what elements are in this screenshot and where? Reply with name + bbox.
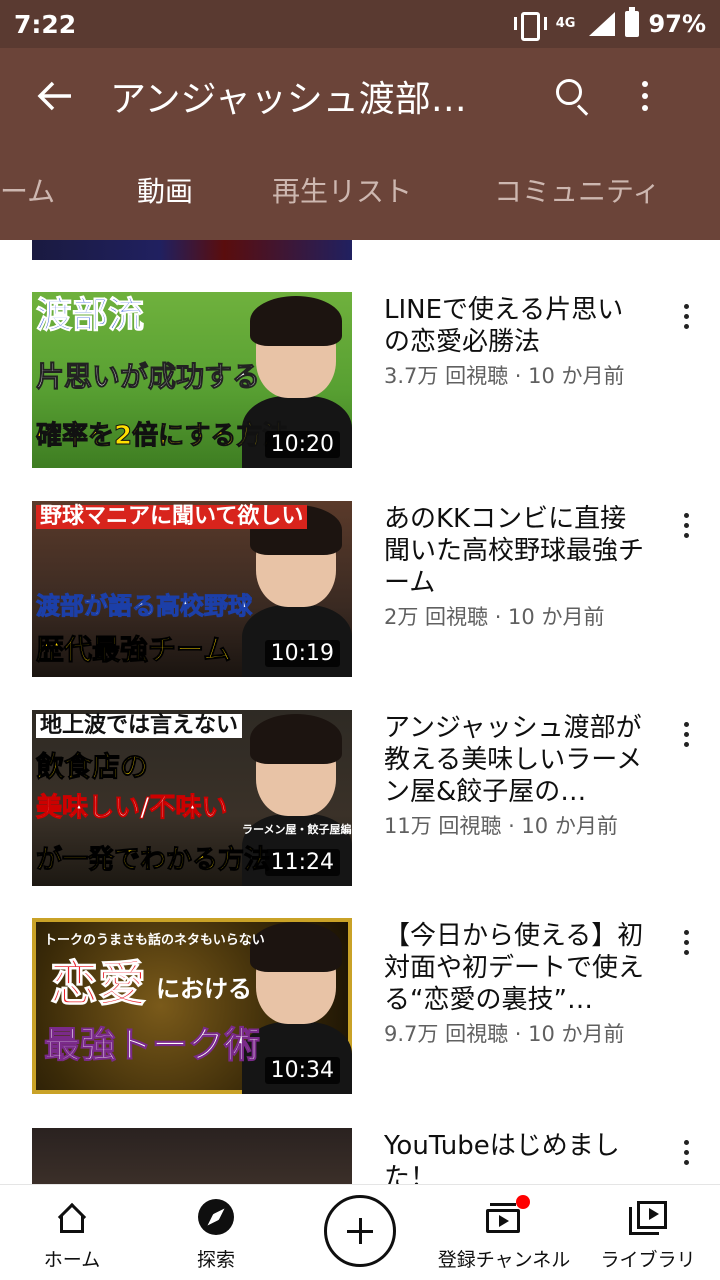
app-bar: アンジャッシュ渡部… [0, 48, 720, 144]
previous-thumbnail-fragment[interactable] [32, 240, 352, 260]
vibrate-icon [513, 11, 547, 41]
tab-playlists[interactable]: 再生リスト [272, 144, 412, 240]
nav-subscriptions[interactable]: 登録チャンネル [432, 1185, 576, 1280]
battery-icon [624, 7, 639, 37]
video-title[interactable]: YouTubeはじめました！ [384, 1130, 646, 1184]
search-icon [556, 79, 582, 105]
video-thumbnail[interactable] [32, 1128, 352, 1184]
tab-community[interactable]: コミュニティ [494, 144, 660, 240]
back-arrow-icon [37, 81, 71, 111]
nav-explore[interactable]: 探索 [144, 1185, 288, 1280]
nav-library[interactable]: ライブラリ [576, 1185, 720, 1280]
signal-icon [588, 12, 615, 36]
library-icon [629, 1201, 667, 1235]
subscriptions-icon [484, 1195, 530, 1233]
status-time: 7:22 [14, 9, 77, 39]
video-action-menu[interactable] [668, 298, 704, 334]
video-action-menu[interactable] [668, 716, 704, 752]
list-item[interactable]: 野球マニアに聞いて欲しい 渡部が語る高校野球 歴代最強チーム 10:19 あのK… [0, 501, 720, 681]
video-duration: 10:19 [264, 640, 340, 667]
video-meta: 3.7万 回視聴 · 10 か月前 [384, 364, 625, 388]
network-type: 4G [555, 16, 576, 31]
video-duration: 11:24 [264, 849, 340, 876]
video-title[interactable]: LINEで使える片思いの恋愛必勝法 [384, 294, 646, 358]
video-action-menu[interactable] [668, 507, 704, 543]
video-meta: 2万 回視聴 · 10 か月前 [384, 605, 605, 629]
bottom-navigation: ホーム 探索 登録チャンネル ライブラリ [0, 1184, 720, 1280]
status-icons: 4G 97% [513, 7, 706, 41]
video-action-menu[interactable] [668, 924, 704, 960]
video-thumbnail[interactable]: 渡部流 片思いが成功する 確率を2倍にする方法 10:20 [32, 292, 352, 468]
battery-percent: 97% [648, 10, 706, 38]
list-item[interactable]: トークのうまさも話のネタもいらない 恋愛 における 最強トーク術 10:34 【… [0, 918, 720, 1098]
tab-home[interactable]: ーム [0, 144, 55, 240]
status-bar: 7:22 4G 97% [0, 0, 720, 48]
video-thumbnail[interactable]: 野球マニアに聞いて欲しい 渡部が語る高校野球 歴代最強チーム 10:19 [32, 501, 352, 677]
video-action-menu[interactable] [668, 1134, 704, 1170]
list-item[interactable]: 地上波では言えない 飲食店の 美味しい/不味い が一発でわかる方法 ラーメン屋・… [0, 710, 720, 890]
compass-icon [198, 1199, 234, 1235]
nav-home[interactable]: ホーム [0, 1185, 144, 1280]
channel-tabs: ーム 動画 再生リスト コミュニティ [0, 144, 720, 240]
more-options-button[interactable] [610, 48, 680, 144]
video-meta: 11万 回視聴 · 10 か月前 [384, 814, 618, 838]
video-title[interactable]: 【今日から使える】初対面や初デートで使える“恋愛の裏技”… [384, 920, 646, 1016]
channel-title: アンジャッシュ渡部… [110, 79, 467, 120]
video-meta: 9.7万 回視聴 · 10 か月前 [384, 1022, 625, 1046]
video-title[interactable]: アンジャッシュ渡部が教える美味しいラーメン屋&餃子屋の… [384, 712, 646, 808]
more-vert-icon [642, 81, 648, 87]
list-item[interactable]: 渡部流 片思いが成功する 確率を2倍にする方法 10:20 LINEで使える片思… [0, 292, 720, 472]
video-thumbnail[interactable]: トークのうまさも話のネタもいらない 恋愛 における 最強トーク術 10:34 [32, 918, 352, 1094]
create-button[interactable] [288, 1185, 432, 1280]
video-duration: 10:34 [264, 1057, 340, 1084]
add-circle-icon [324, 1195, 396, 1267]
tab-videos[interactable]: 動画 [137, 144, 193, 240]
video-list[interactable]: 渡部流 片思いが成功する 確率を2倍にする方法 10:20 LINEで使える片思… [0, 240, 720, 1184]
search-button[interactable] [530, 48, 610, 144]
list-item[interactable]: YouTubeはじめました！ [0, 1128, 720, 1184]
home-icon [56, 1201, 88, 1233]
notification-badge [516, 1195, 530, 1209]
video-title[interactable]: あのKKコンビに直接聞いた高校野球最強チーム [384, 503, 646, 599]
video-duration: 10:20 [264, 431, 340, 458]
back-button[interactable] [0, 48, 110, 144]
video-thumbnail[interactable]: 地上波では言えない 飲食店の 美味しい/不味い が一発でわかる方法 ラーメン屋・… [32, 710, 352, 886]
